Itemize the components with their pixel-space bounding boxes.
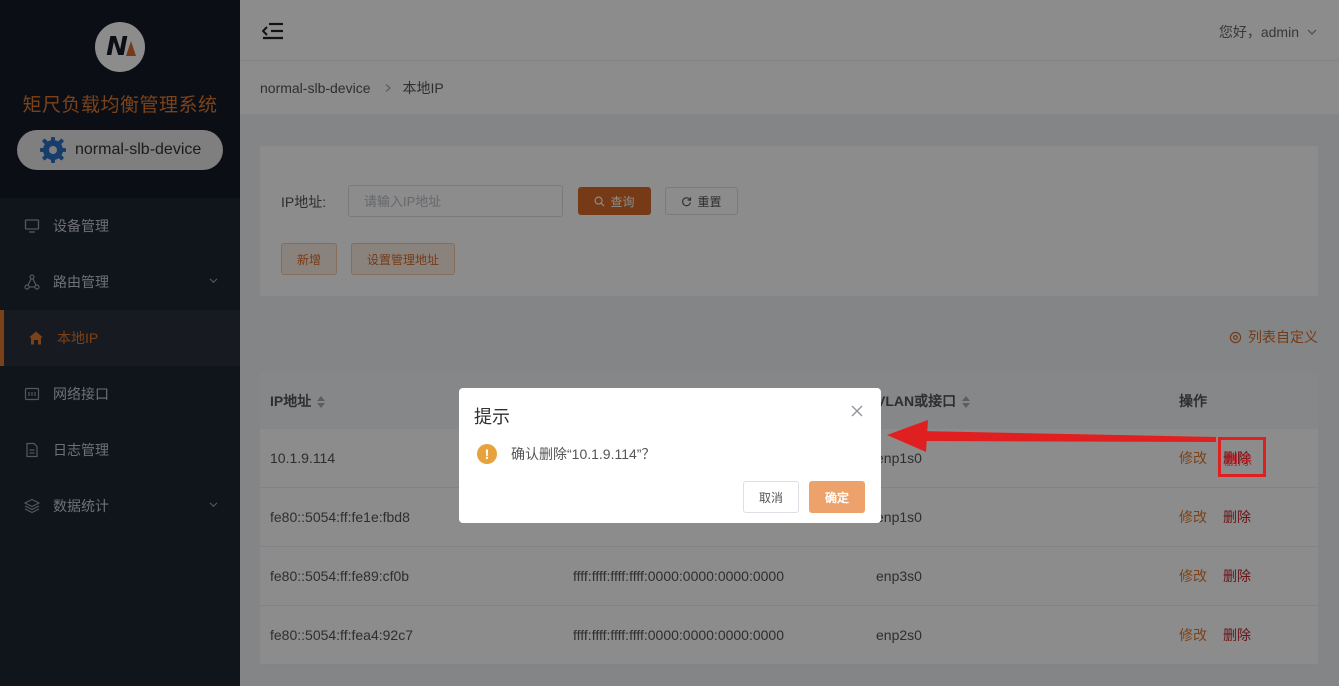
dialog-title: 提示 bbox=[474, 407, 510, 427]
confirm-button[interactable]: 确定 bbox=[809, 481, 865, 513]
modal-overlay[interactable] bbox=[0, 0, 1339, 686]
close-icon[interactable] bbox=[851, 405, 863, 417]
annotation-highlight-box bbox=[1218, 437, 1266, 477]
dialog-message-text: 确认删除“10.1.9.114”？ bbox=[511, 446, 656, 462]
cancel-button[interactable]: 取消 bbox=[743, 481, 799, 513]
dialog-message: ! 确认删除“10.1.9.114”？ bbox=[477, 444, 655, 464]
confirm-delete-dialog: 提示 ! 确认删除“10.1.9.114”？ 取消 确定 bbox=[459, 388, 881, 523]
warning-icon: ! bbox=[477, 444, 497, 464]
